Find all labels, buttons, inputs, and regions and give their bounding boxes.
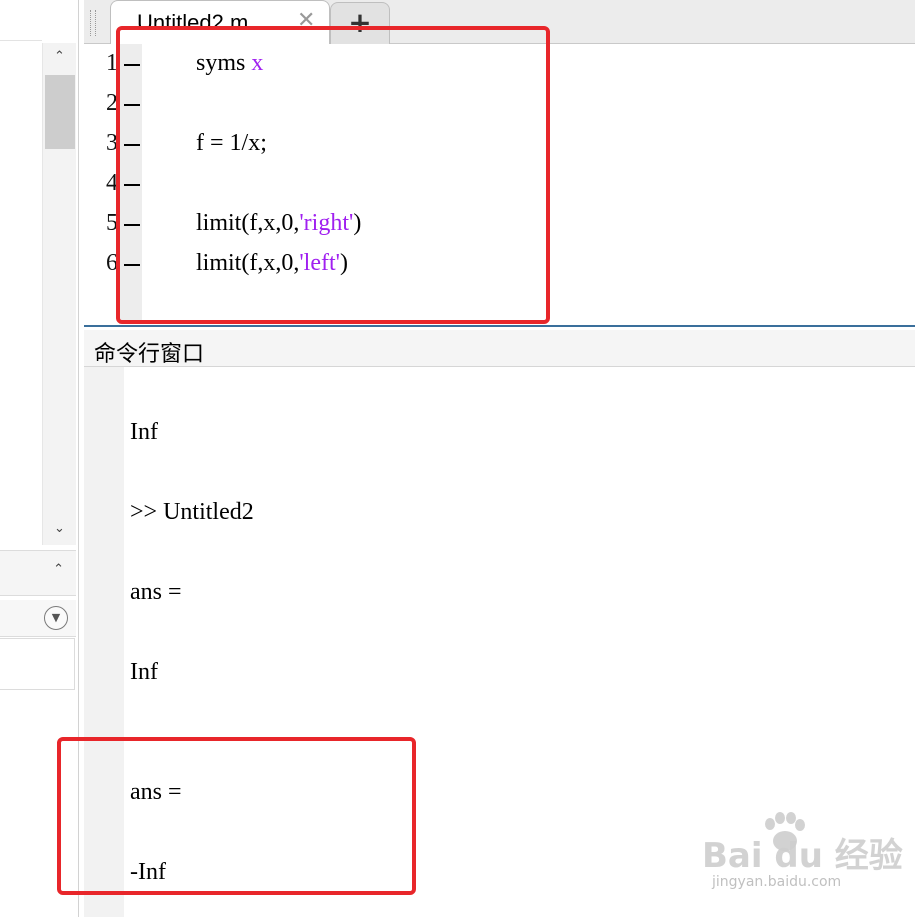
collapse-icon[interactable]: ⌃ (53, 562, 64, 577)
collapsed-panel-header[interactable]: ⌃ (0, 550, 76, 596)
left-pane-top-strip (0, 0, 42, 41)
watermark-url: jingyan.baidu.com (712, 874, 842, 890)
watermark-text: Bai du 经验 (702, 836, 903, 876)
details-panel-box (0, 638, 75, 690)
command-output-line: >> Untitled2 (130, 499, 254, 525)
command-output-line: ans = (130, 579, 182, 605)
scroll-up-icon[interactable]: ⌃ (43, 49, 76, 64)
scroll-down-icon[interactable]: ⌄ (43, 521, 76, 536)
panel-menu-icon[interactable]: ▼ (44, 606, 68, 630)
baidu-jingyan-watermark: Bai du 经验 jingyan.baidu.com (700, 812, 910, 902)
vertical-scrollbar[interactable]: ⌃ ⌄ (42, 43, 76, 545)
scrollbar-thumb[interactable] (45, 75, 75, 149)
command-window-header: 命令行窗口 (84, 330, 915, 367)
command-window-title: 命令行窗口 (94, 341, 205, 366)
highlight-box-output (57, 737, 416, 895)
details-panel-header: ▼ (0, 600, 76, 637)
command-output-line: Inf (130, 419, 158, 445)
drag-grip-icon[interactable] (90, 10, 96, 36)
highlight-box-code (116, 26, 550, 324)
command-output-line: Inf (130, 659, 158, 685)
